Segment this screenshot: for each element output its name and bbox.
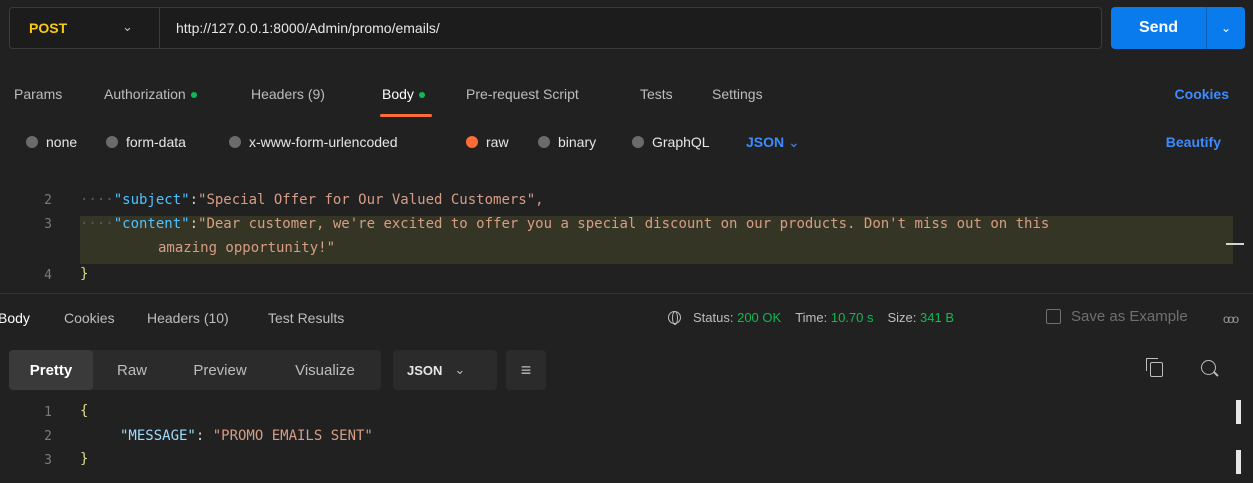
radio-icon <box>632 136 644 148</box>
tab-tests[interactable]: Tests <box>640 86 673 102</box>
request-body-editor[interactable]: 2 ····"subject":"Special Offer for Our V… <box>0 182 1253 287</box>
line-number: 4 <box>44 268 52 283</box>
body-type-selector: none form-data x-www-form-urlencoded raw… <box>0 134 1253 154</box>
tab-response-body[interactable]: Body <box>0 310 30 326</box>
send-options-chevron-icon[interactable]: ⌄ <box>1207 21 1245 35</box>
active-tab-indicator <box>380 114 432 117</box>
tab-settings[interactable]: Settings <box>712 86 763 102</box>
line-number: 2 <box>44 429 52 444</box>
tab-test-results[interactable]: Test Results <box>268 310 344 326</box>
status-value[interactable]: 200 OK <box>737 310 781 325</box>
tab-params[interactable]: Params <box>14 86 62 102</box>
format-dropdown[interactable]: JSON ⌄ <box>746 134 800 151</box>
response-body-viewer[interactable]: 1 { 2 "MESSAGE": "PROMO EMAILS SENT" 3 } <box>0 398 1253 483</box>
radio-binary[interactable]: binary <box>538 134 596 150</box>
status-dot-icon <box>418 92 425 99</box>
save-icon <box>1046 309 1061 324</box>
tab-body[interactable]: Body <box>382 86 425 102</box>
tab-authorization[interactable]: Authorization <box>104 86 197 102</box>
scroll-indicator[interactable] <box>1226 243 1244 245</box>
tab-response-cookies[interactable]: Cookies <box>64 310 115 326</box>
view-pretty[interactable]: Pretty <box>9 350 93 390</box>
closing-brace: } <box>80 266 89 282</box>
method-label: POST <box>29 20 68 36</box>
globe-icon[interactable] <box>668 311 681 325</box>
radio-urlencoded[interactable]: x-www-form-urlencoded <box>229 134 398 150</box>
opening-brace: { <box>80 403 89 419</box>
radio-graphql[interactable]: GraphQL <box>632 134 710 150</box>
url-input[interactable]: http://127.0.0.1:8000/Admin/promo/emails… <box>160 20 440 36</box>
size-value[interactable]: 341 B <box>920 310 954 325</box>
cookies-link[interactable]: Cookies <box>1175 86 1229 102</box>
view-visualize[interactable]: Visualize <box>269 350 381 390</box>
closing-brace: } <box>80 451 89 467</box>
chevron-down-icon: ⌄ <box>454 362 466 377</box>
line-number: 1 <box>44 405 52 420</box>
request-tabs: Params Authorization Headers (9) Body Pr… <box>0 86 1253 110</box>
code-line: ····"content":"Dear customer, we're exci… <box>80 216 1050 232</box>
radio-icon <box>26 136 38 148</box>
radio-icon <box>106 136 118 148</box>
wrap-lines-icon[interactable]: ≡ <box>506 350 546 390</box>
response-view-modes: Pretty Raw Preview Visualize <box>9 350 381 390</box>
view-raw[interactable]: Raw <box>93 350 171 390</box>
more-options-icon[interactable]: ooo <box>1223 312 1239 326</box>
tab-pre-request-script[interactable]: Pre-request Script <box>466 86 579 102</box>
response-status-bar: Status: 200 OK Time: 10.70 s Size: 341 B <box>668 310 954 325</box>
pane-divider[interactable] <box>0 293 1253 294</box>
radio-none[interactable]: none <box>26 134 77 150</box>
search-icon[interactable] <box>1201 360 1216 375</box>
tab-response-headers[interactable]: Headers (10) <box>147 310 229 326</box>
code-line-wrapped: amazing opportunity!" <box>158 240 336 256</box>
scrollbar-marker[interactable] <box>1236 400 1241 424</box>
time-value[interactable]: 10.70 s <box>831 310 874 325</box>
url-bar: POST ⌄ http://127.0.0.1:8000/Admin/promo… <box>9 7 1102 49</box>
method-selector[interactable]: POST ⌄ <box>10 8 160 48</box>
line-number: 3 <box>44 217 52 232</box>
send-button[interactable]: Send <box>1111 19 1206 37</box>
chevron-down-icon: ⌄ <box>122 19 133 34</box>
send-button-group: Send ⌄ <box>1111 7 1245 49</box>
radio-form-data[interactable]: form-data <box>106 134 186 150</box>
radio-icon <box>538 136 550 148</box>
radio-raw[interactable]: raw <box>466 134 509 150</box>
line-number: 3 <box>44 453 52 468</box>
line-number: 2 <box>44 193 52 208</box>
view-preview[interactable]: Preview <box>171 350 269 390</box>
beautify-button[interactable]: Beautify <box>1166 134 1221 150</box>
response-line: "MESSAGE": "PROMO EMAILS SENT" <box>120 428 373 444</box>
radio-icon <box>229 136 241 148</box>
tab-headers[interactable]: Headers (9) <box>251 86 325 102</box>
copy-icon[interactable] <box>1146 358 1163 377</box>
radio-selected-icon <box>466 136 478 148</box>
code-line: ····"subject":"Special Offer for Our Val… <box>80 192 544 208</box>
chevron-down-icon: ⌄ <box>788 134 800 150</box>
status-dot-icon <box>190 92 197 99</box>
response-format-dropdown[interactable]: JSON ⌄ <box>393 350 497 390</box>
scrollbar-marker[interactable] <box>1236 450 1241 474</box>
save-as-example-button[interactable]: Save as Example <box>1046 308 1188 325</box>
